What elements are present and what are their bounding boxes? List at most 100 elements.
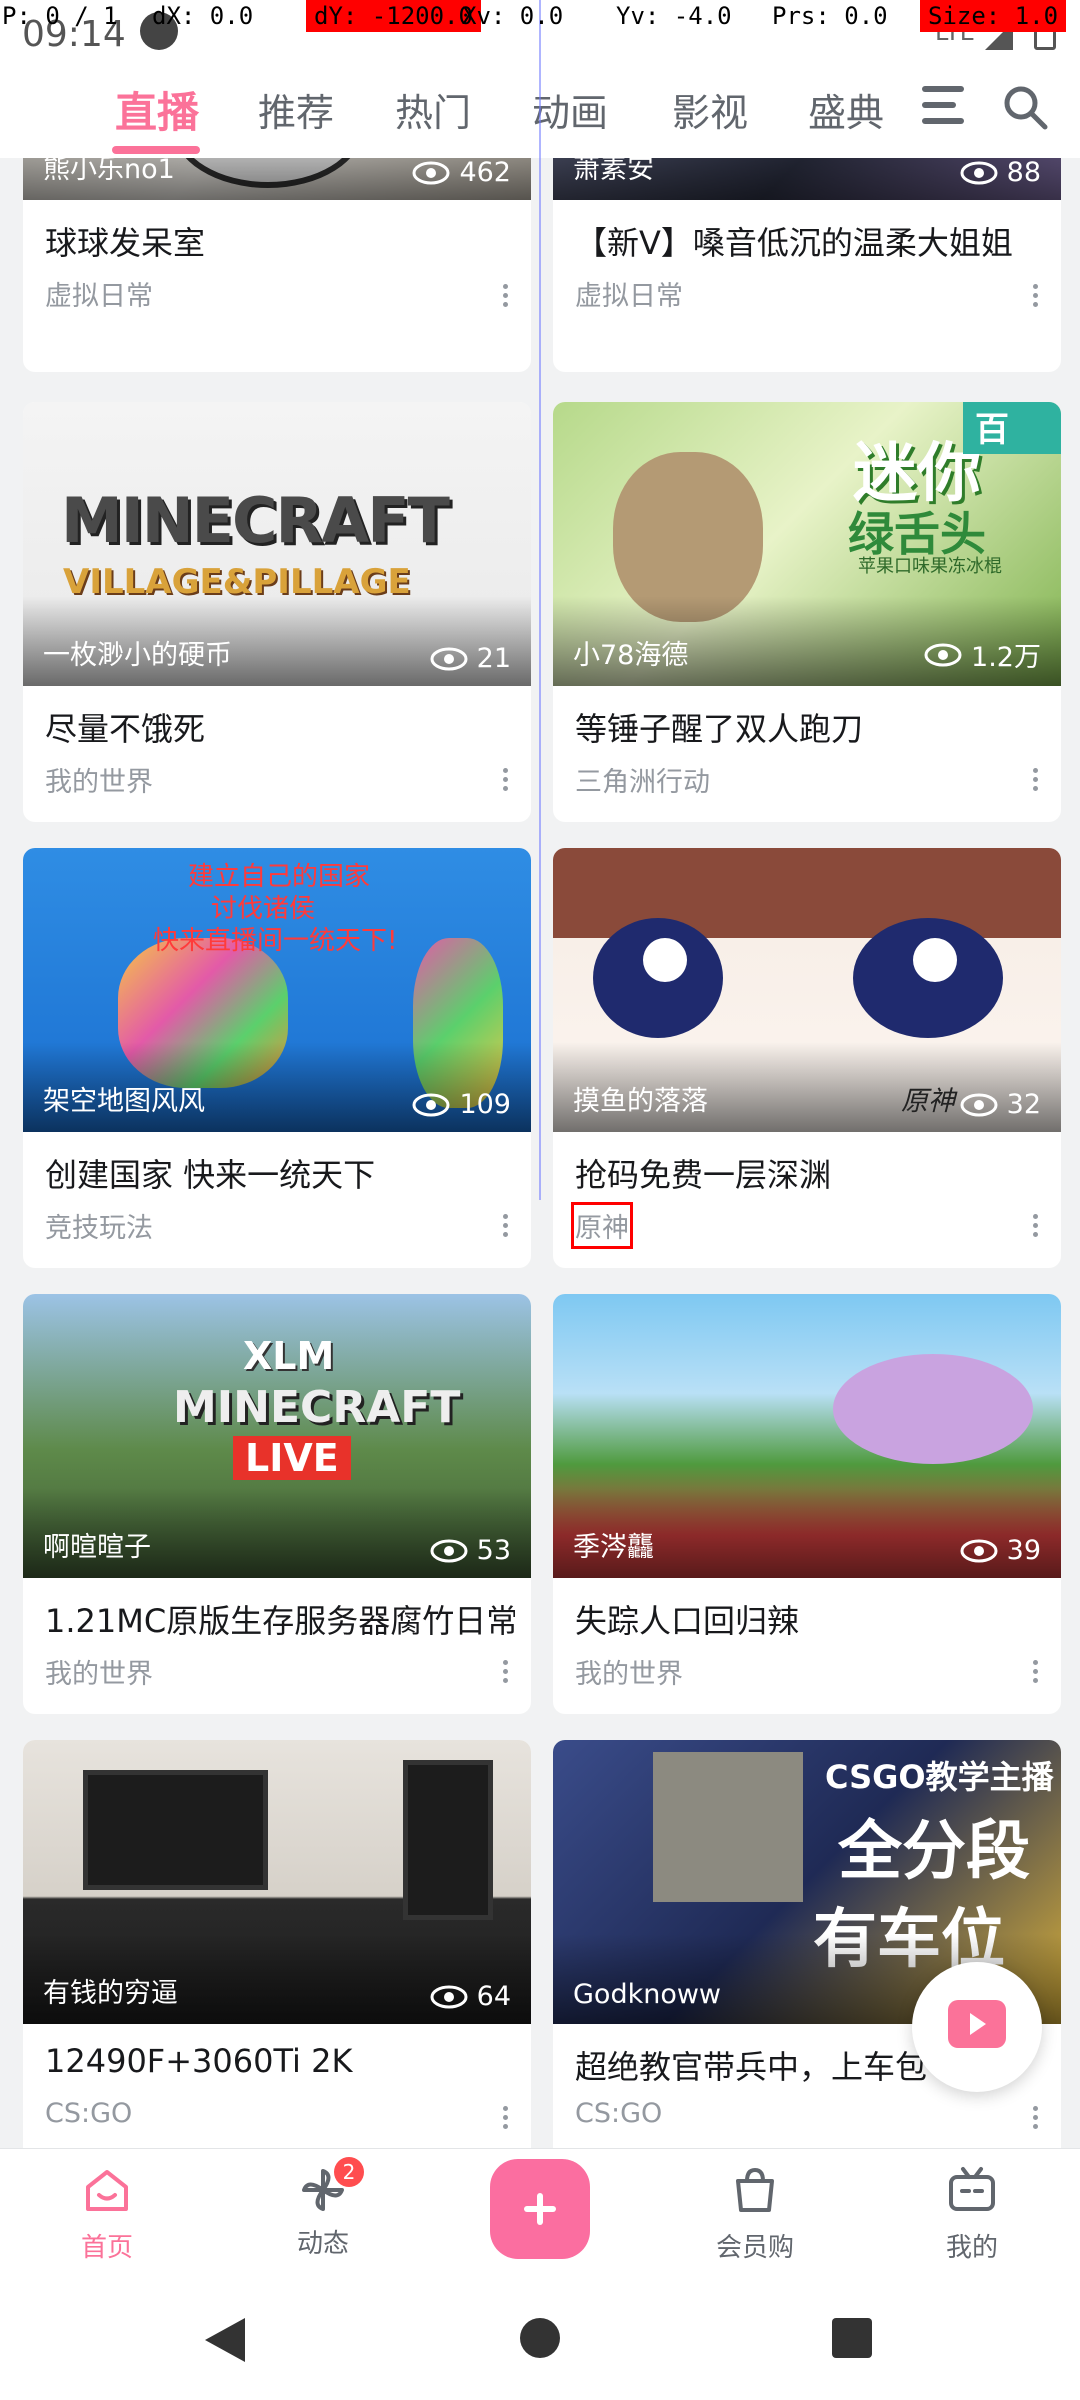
view-count: 462 xyxy=(411,158,511,188)
nav-home[interactable]: 首页 xyxy=(47,2163,167,2264)
home-button-icon[interactable] xyxy=(520,2318,560,2358)
eye-icon xyxy=(412,161,450,184)
search-icon[interactable] xyxy=(1002,84,1048,130)
debug-dx: dX: 0.0 xyxy=(152,2,254,30)
nav-dynamic-label: 动态 xyxy=(296,2229,349,2259)
live-thumbnail: 熊小乐no1 462 xyxy=(23,158,531,200)
more-options-icon[interactable] xyxy=(1033,1660,1039,1684)
view-count: 109 xyxy=(411,1089,511,1120)
uploader-name: 熊小乐no1 xyxy=(43,158,175,185)
uploader-name: 摸鱼的落落 xyxy=(573,1086,708,1117)
recent-apps-icon[interactable] xyxy=(832,2318,872,2358)
game-logo-text: 原神 xyxy=(901,1086,955,1117)
uploader-name: 小78海德 xyxy=(573,640,689,671)
back-icon[interactable] xyxy=(205,2318,245,2362)
start-live-button[interactable] xyxy=(912,1962,1042,2092)
nav-home-label: 首页 xyxy=(80,2233,133,2263)
room-title: 1.21MC原版生存服务器腐竹日常 xyxy=(45,1602,515,1640)
live-thumbnail: 建立自己的国家 讨伐诸侯 快来直播间一统天下! 架空地图风风 109 xyxy=(23,848,531,1132)
more-options-icon[interactable] xyxy=(503,1660,509,1684)
tab-recommend[interactable]: 推荐 xyxy=(258,82,334,137)
live-card[interactable]: 建立自己的国家 讨伐诸侯 快来直播间一统天下! 架空地图风风 109 创建国家 … xyxy=(23,848,531,1268)
thumbnail-text: 全分段 xyxy=(838,1815,1030,1889)
room-category: CS:GO xyxy=(45,2098,133,2129)
thumbnail-text: 苹果口味果冻冰棍 xyxy=(858,556,1002,577)
thumbnail-text: MINECRAFT xyxy=(173,1382,461,1433)
home-icon xyxy=(86,2170,128,2211)
view-count: 1.2万 xyxy=(923,635,1041,674)
room-title: 球球发呆室 xyxy=(45,224,206,262)
more-options-icon[interactable] xyxy=(503,284,509,308)
thumbnail-text: XLM xyxy=(243,1334,335,1378)
tab-hot[interactable]: 热门 xyxy=(395,82,471,137)
live-thumbnail: MINECRAFT VILLAGE&PILLAGE 一枚渺小的硬币 21 xyxy=(23,402,531,686)
more-options-icon[interactable] xyxy=(503,2106,509,2130)
live-thumbnail: 迷你 绿舌头 苹果口味果冻冰棍 百 小78海德 1.2万 xyxy=(553,402,1061,686)
live-thumbnail: 季涔龘 39 xyxy=(553,1294,1061,1578)
publish-plus-button[interactable] xyxy=(490,2159,590,2259)
eye-icon xyxy=(430,1985,468,2008)
live-thumbnail: 萧素安 88 xyxy=(553,158,1061,200)
view-count: 32 xyxy=(959,1089,1041,1120)
live-card[interactable]: XLM MINECRAFT LIVE 啊暄暄子 53 1.21MC原版生存服务器… xyxy=(23,1294,531,1714)
nav-vip-shop[interactable]: 会员购 xyxy=(695,2163,815,2264)
room-category: 虚拟日常 xyxy=(45,281,153,312)
live-card[interactable]: MINECRAFT VILLAGE&PILLAGE 一枚渺小的硬币 21 尽量不… xyxy=(23,402,531,822)
room-category: 我的世界 xyxy=(575,1659,683,1690)
live-card[interactable]: 迷你 绿舌头 苹果口味果冻冰棍 百 小78海德 1.2万 等锤子醒了双人跑刀 三… xyxy=(553,402,1061,822)
view-count: 53 xyxy=(429,1535,511,1566)
nav-dynamic[interactable]: 2 动态 xyxy=(263,2157,383,2260)
thumbnail-text: LIVE xyxy=(233,1436,351,1480)
tv-play-icon xyxy=(948,2000,1006,2048)
uploader-name: 季涔龘 xyxy=(573,1532,654,1563)
nav-mine-label: 我的 xyxy=(945,2233,998,2263)
debug-size: Size: 1.0 xyxy=(920,0,1067,32)
more-options-icon[interactable] xyxy=(1033,768,1039,792)
debug-xv: Xv: 0.0 xyxy=(462,2,564,30)
more-options-icon[interactable] xyxy=(503,768,509,792)
view-count: 39 xyxy=(959,1535,1041,1566)
live-thumbnail: 原神 摸鱼的落落 32 xyxy=(553,848,1061,1132)
live-card[interactable]: 有钱的穷逼 64 12490F+3060Ti 2K CS:GO xyxy=(23,1740,531,2148)
live-thumbnail: 有钱的穷逼 64 xyxy=(23,1740,531,2024)
uploader-name: 萧素安 xyxy=(573,158,654,185)
room-category: 我的世界 xyxy=(45,1659,153,1690)
notification-badge: 2 xyxy=(334,2157,364,2187)
room-category: 我的世界 xyxy=(45,767,153,798)
live-card[interactable]: 季涔龘 39 失踪人口回归辣 我的世界 xyxy=(553,1294,1061,1714)
active-tab-indicator xyxy=(112,146,200,154)
tab-film[interactable]: 影视 xyxy=(672,82,748,137)
menu-icon[interactable] xyxy=(922,86,964,126)
more-options-icon[interactable] xyxy=(503,1214,509,1238)
room-title: 创建国家 快来一统天下 xyxy=(45,1156,376,1194)
uploader-name: 一枚渺小的硬币 xyxy=(43,640,232,671)
eye-icon xyxy=(430,647,468,670)
tab-live[interactable]: 直播 xyxy=(115,79,199,140)
more-options-icon[interactable] xyxy=(1033,2106,1039,2130)
live-card[interactable]: 原神 摸鱼的落落 32 抢码免费一层深渊 原神 xyxy=(553,848,1061,1268)
more-options-icon[interactable] xyxy=(1033,284,1039,308)
view-count: 21 xyxy=(429,643,511,674)
room-category: 虚拟日常 xyxy=(575,281,683,312)
room-title: 12490F+3060Ti 2K xyxy=(45,2042,353,2080)
room-title: 抢码免费一层深渊 xyxy=(575,1156,832,1194)
debug-dy: dY: -1200.0 xyxy=(306,0,481,32)
nav-vip-shop-label: 会员购 xyxy=(715,2233,794,2263)
room-title: 尽量不饿死 xyxy=(45,710,206,748)
uploader-name: 架空地图风风 xyxy=(43,1086,205,1117)
room-category: CS:GO xyxy=(575,2098,663,2129)
live-thumbnail: XLM MINECRAFT LIVE 啊暄暄子 53 xyxy=(23,1294,531,1578)
debug-yv: Yv: -4.0 xyxy=(616,2,732,30)
live-card[interactable]: 熊小乐no1 462 球球发呆室 虚拟日常 xyxy=(23,158,531,372)
live-card[interactable]: 萧素安 88 【新V】嗓音低沉的温柔大姐姐 虚拟日常 xyxy=(553,158,1061,372)
eye-icon xyxy=(960,1539,998,1562)
tab-festival[interactable]: 盛典 xyxy=(808,82,884,137)
more-options-icon[interactable] xyxy=(1033,1214,1039,1238)
tab-anime[interactable]: 动画 xyxy=(532,82,608,137)
pointer-debug-overlay: P: 0 / 1 dX: 0.0 dY: -1200.0 Xv: 0.0 Yv:… xyxy=(0,0,1080,34)
bottom-navigation: 首页 2 动态 会员购 我的 xyxy=(0,2148,1080,2274)
tv-icon xyxy=(949,2167,995,2211)
nav-mine[interactable]: 我的 xyxy=(912,2163,1032,2264)
eye-icon xyxy=(924,643,962,666)
pinwheel-icon: 2 xyxy=(296,2157,364,2217)
